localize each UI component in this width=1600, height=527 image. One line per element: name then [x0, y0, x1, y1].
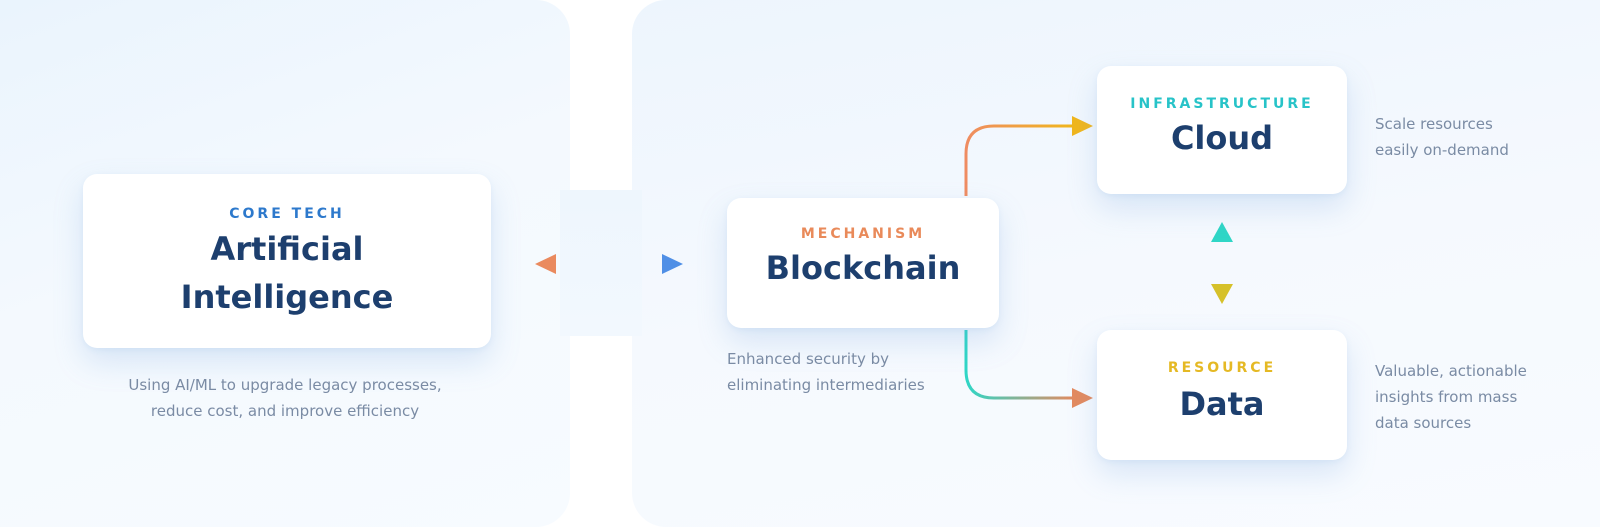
node-eyebrow-core-tech: CORE TECH — [229, 206, 345, 222]
caption-line: Enhanced security by — [727, 350, 890, 368]
node-title: Data — [1179, 385, 1265, 423]
node-title-line-1: Artificial — [210, 230, 364, 268]
node-card-cloud[interactable]: INFRASTRUCTURE Cloud — [1097, 66, 1347, 194]
node-title-line-2: Intelligence — [180, 278, 394, 316]
node-title: Cloud — [1170, 119, 1274, 157]
node-card-blockchain[interactable]: MECHANISM Blockchain — [727, 198, 999, 328]
caption-line: reduce cost, and improve efficiency — [150, 402, 420, 420]
node-eyebrow-mechanism: MECHANISM — [800, 226, 926, 242]
node-eyebrow-infrastructure: INFRASTRUCTURE — [1130, 96, 1314, 112]
arrow-blockchain-data — [964, 330, 1093, 408]
caption-line: Valuable, actionable — [1375, 362, 1527, 380]
arrow-cloud-data — [1211, 222, 1233, 304]
caption-line: eliminating intermediaries — [727, 376, 925, 394]
caption-line: easily on-demand — [1375, 141, 1509, 159]
node-eyebrow-resource: RESOURCE — [1167, 360, 1277, 376]
caption-artificial-intelligence: Using AI/ML to upgrade legacy processes,… — [120, 372, 450, 424]
caption-line: Scale resources — [1375, 115, 1493, 133]
node-title: Blockchain — [765, 249, 961, 287]
caption-line: data sources — [1375, 414, 1472, 432]
arrow-ai-blockchain — [535, 254, 683, 274]
node-card-data[interactable]: RESOURCE Data — [1097, 330, 1347, 460]
arrow-blockchain-cloud — [964, 116, 1093, 196]
node-card-artificial-intelligence[interactable]: CORE TECH Artificial Intelligence — [83, 174, 491, 348]
caption-cloud: Scale resources easily on-demand — [1375, 111, 1565, 163]
caption-data: Valuable, actionable insights from mass … — [1375, 358, 1555, 436]
diagram-stage: CORE TECH Artificial Intelligence MECHAN… — [0, 0, 1600, 527]
caption-blockchain: Enhanced security by eliminating interme… — [727, 346, 967, 398]
caption-line: insights from mass — [1375, 388, 1518, 406]
caption-line: Using AI/ML to upgrade legacy processes, — [128, 376, 442, 394]
